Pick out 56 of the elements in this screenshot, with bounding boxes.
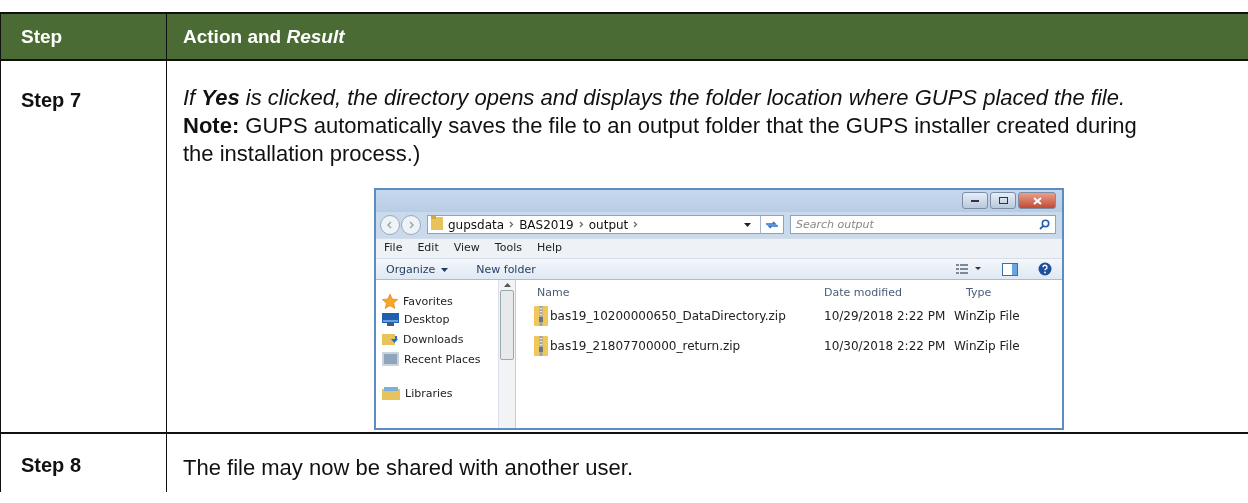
column-header[interactable]: Name — [534, 285, 824, 299]
file-name[interactable]: bas19_10200000650_DataDirectory.zip — [550, 309, 786, 323]
instruction-text: Note: GUPS automatically saves the file to an output folder that the GUPS installer created during the installation process.) — [183, 112, 1138, 168]
breadcrumb[interactable]: BAS2019 — [519, 217, 574, 232]
step-label: Step 8 — [1, 434, 167, 492]
zip-file-icon — [534, 336, 548, 356]
breadcrumb[interactable]: output — [588, 217, 629, 232]
menu-item[interactable]: Help — [536, 241, 563, 256]
instruction-text: If Yes is clicked, the directory opens and displays the folder location where GUPS placed the file. — [183, 84, 1127, 112]
view-options-icon[interactable] — [956, 264, 982, 274]
folder-icon — [431, 216, 443, 233]
instruction-text: The file may now be shared with another user. — [183, 454, 635, 482]
address-bar[interactable]: gupsdata BAS2019 output — [427, 215, 784, 234]
nav-item[interactable]: Favorites — [403, 294, 453, 308]
maximize-button[interactable] — [990, 192, 1016, 209]
scroll-thumb[interactable] — [500, 290, 514, 360]
nav-item[interactable]: Recent Places — [404, 352, 481, 366]
folder-icon — [382, 386, 400, 400]
menu-item[interactable]: Edit — [417, 241, 439, 256]
step-label: Step 7 — [1, 61, 167, 432]
caret-icon — [441, 267, 449, 272]
desktop-icon — [382, 312, 399, 326]
preview-pane-icon[interactable] — [1002, 262, 1018, 276]
column-header: Step — [1, 14, 167, 59]
help-icon[interactable] — [1038, 262, 1052, 276]
close-icon[interactable] — [1032, 196, 1042, 205]
folder-icon — [382, 331, 398, 347]
close-button[interactable] — [1018, 192, 1056, 209]
scrollbar[interactable] — [498, 280, 516, 428]
file-date: 10/29/2018 2:22 PM — [824, 309, 947, 323]
file-name[interactable]: bas19_21807700000_return.zip — [550, 339, 741, 353]
scroll-up-arrow-icon[interactable] — [503, 280, 511, 290]
column-header[interactable]: Type — [954, 285, 1046, 299]
menu-item[interactable]: View — [453, 241, 480, 256]
toolbar-button[interactable]: New folder — [476, 262, 536, 276]
file-type: WinZip File — [954, 309, 1021, 323]
file-date: 10/30/2018 2:22 PM — [824, 339, 947, 353]
breadcrumb[interactable]: gupsdata — [448, 217, 505, 232]
search-field[interactable]: Search output — [790, 215, 1056, 234]
chevron-icon — [509, 221, 515, 228]
chevron-icon — [633, 221, 639, 228]
nav-item[interactable]: Downloads — [403, 332, 464, 346]
column-header[interactable]: Date modified — [824, 285, 954, 299]
minimize-button[interactable] — [962, 192, 988, 209]
menu-item[interactable]: Tools — [494, 241, 522, 256]
toolbar-button[interactable]: Organize — [386, 262, 449, 276]
zip-file-icon — [534, 306, 548, 326]
window-icon — [382, 352, 399, 366]
menu-item[interactable]: File — [384, 241, 403, 256]
nav-item[interactable]: Desktop — [404, 312, 450, 326]
search-icon — [1039, 219, 1050, 230]
file-type: WinZip File — [954, 339, 1021, 353]
star-icon — [382, 293, 398, 309]
chevron-icon — [578, 221, 584, 228]
column-header: Action and Result — [182, 25, 346, 49]
nav-item[interactable]: Libraries — [405, 386, 453, 400]
